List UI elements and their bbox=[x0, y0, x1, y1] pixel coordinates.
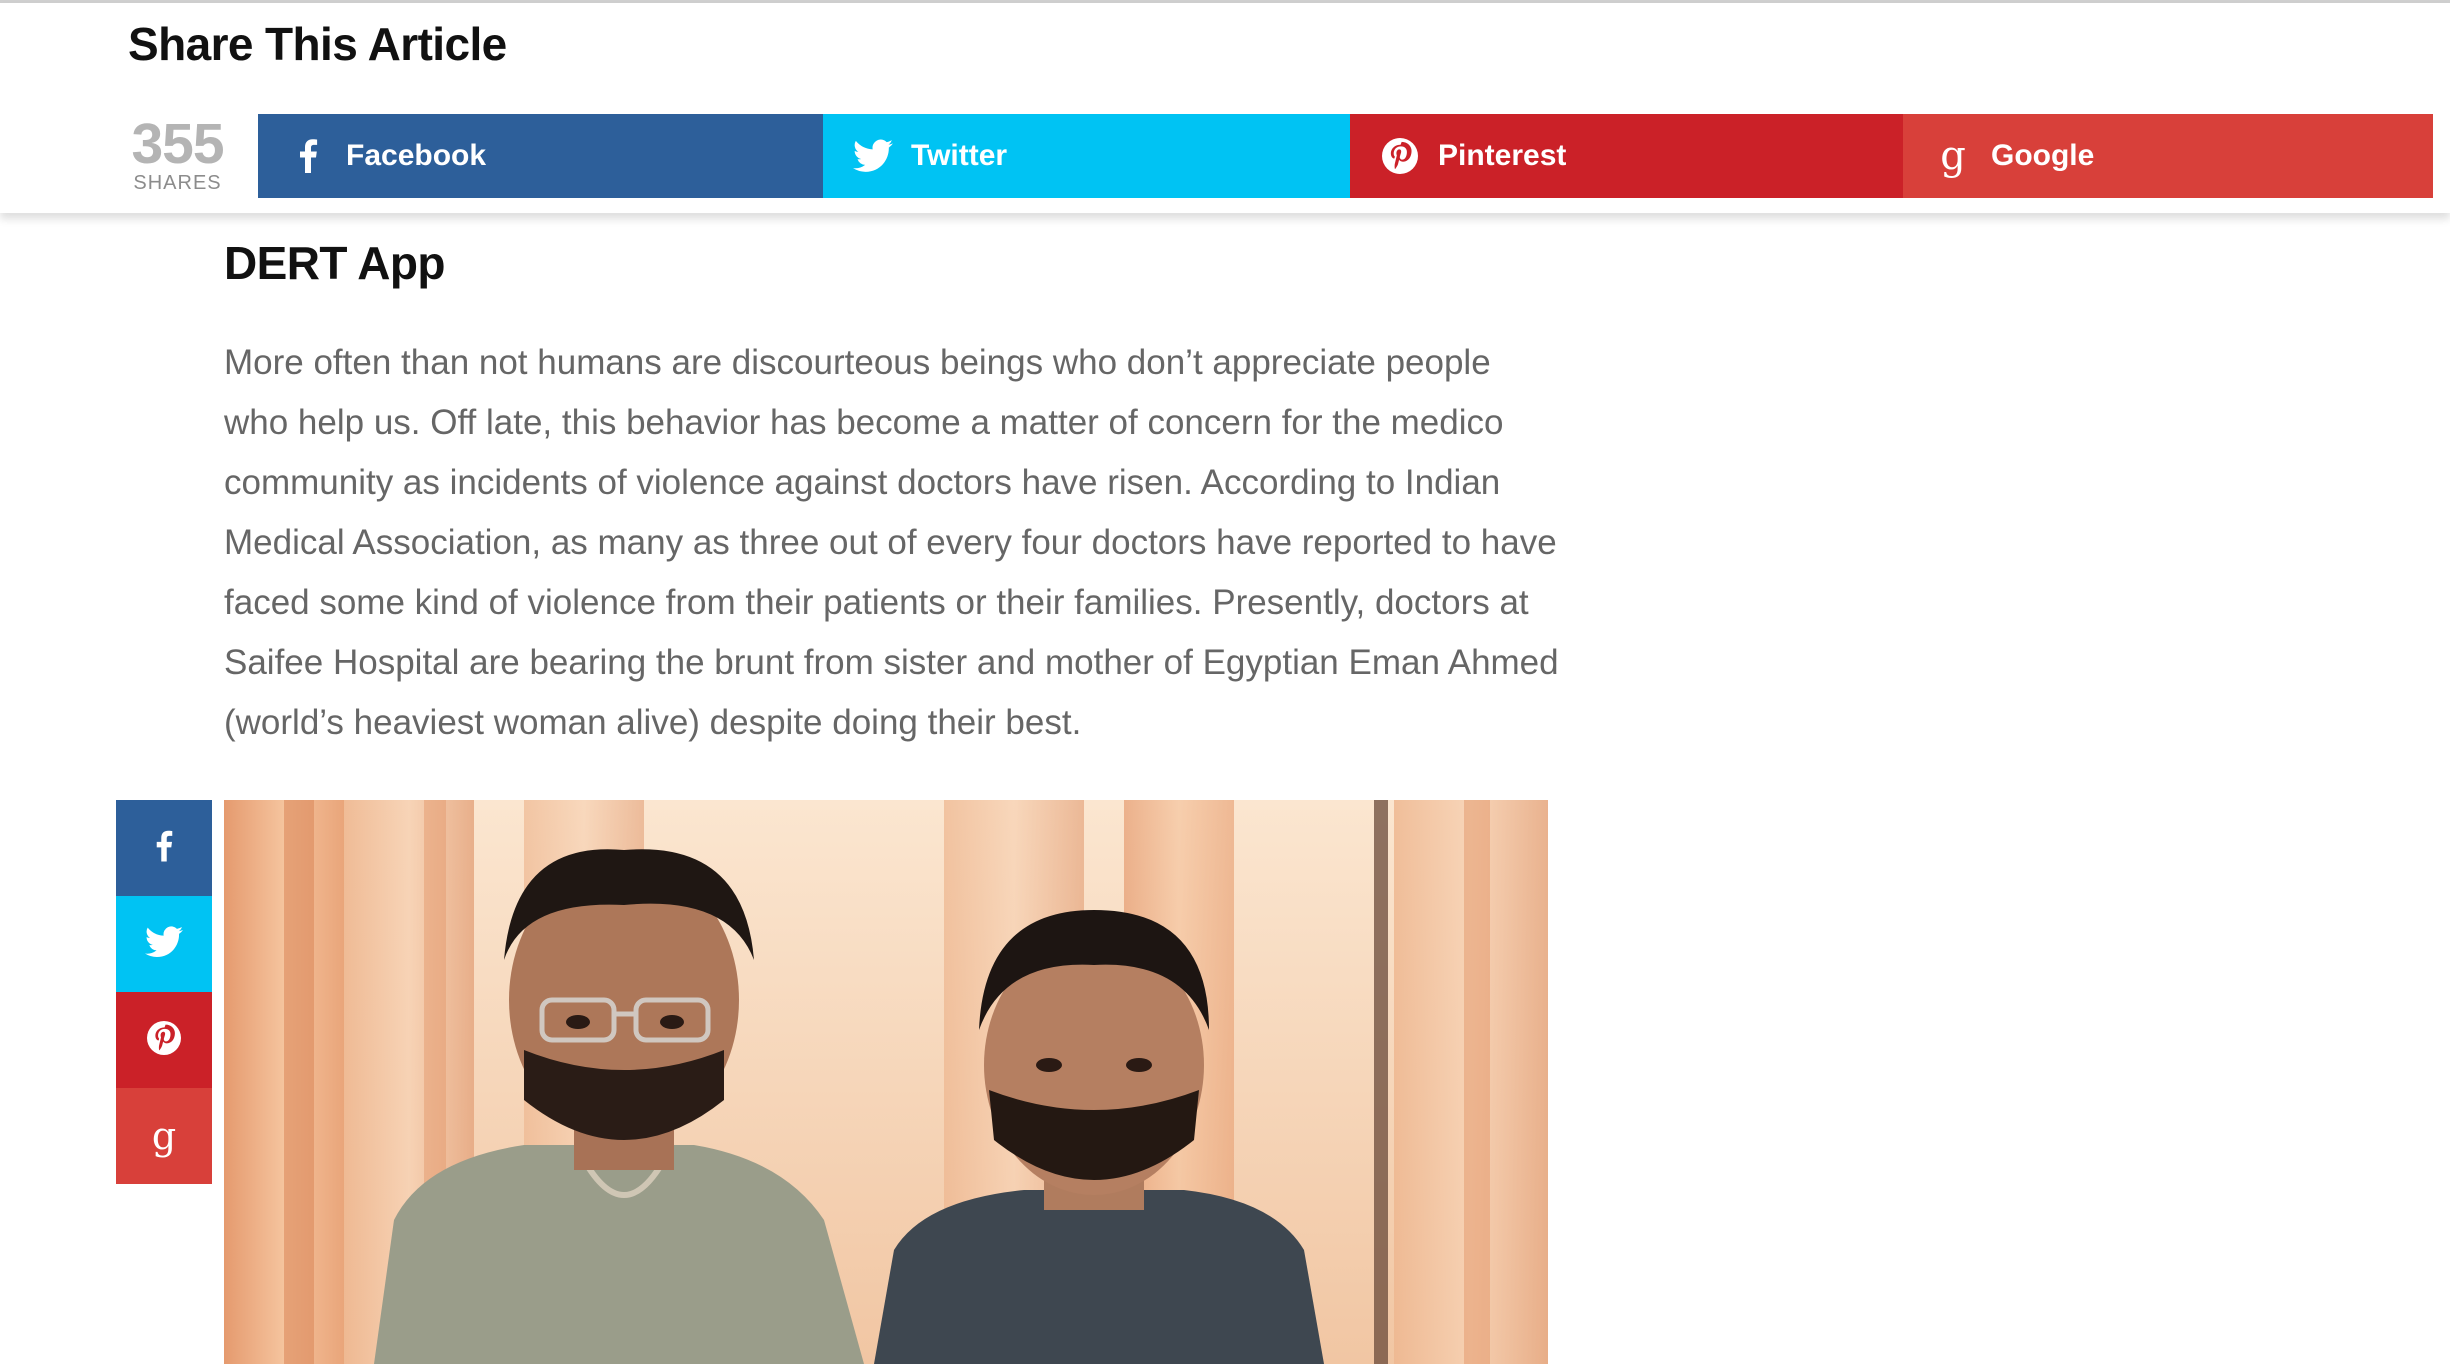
google-plus-icon: g bbox=[1940, 133, 1966, 179]
pinterest-icon bbox=[147, 1020, 181, 1060]
twitter-icon bbox=[145, 925, 183, 963]
share-count: 355 SHARES bbox=[125, 112, 230, 195]
article-paragraph: More often than not humans are discourte… bbox=[224, 343, 1559, 742]
floating-share-bar: g bbox=[116, 800, 212, 1184]
google-plus-icon: g bbox=[151, 1114, 177, 1158]
facebook-icon bbox=[288, 136, 328, 176]
pinterest-share-button[interactable]: Pinterest bbox=[1350, 114, 1903, 198]
share-count-label: SHARES bbox=[133, 172, 222, 194]
share-title: Share This Article bbox=[128, 18, 507, 70]
twitter-share-button[interactable]: Twitter bbox=[823, 114, 1350, 198]
side-pinterest-button[interactable] bbox=[116, 992, 212, 1088]
article-photo bbox=[224, 800, 1548, 1364]
facebook-icon bbox=[154, 830, 174, 867]
pinterest-icon bbox=[1380, 136, 1420, 176]
google-share-label: Google bbox=[1991, 139, 2095, 172]
google-share-button[interactable]: g Google bbox=[1903, 114, 2433, 198]
facebook-share-label: Facebook bbox=[346, 139, 487, 172]
share-count-number: 355 bbox=[131, 112, 224, 176]
article-heading: DERT App bbox=[224, 237, 446, 289]
side-google-button[interactable]: g bbox=[116, 1088, 212, 1184]
side-twitter-button[interactable] bbox=[116, 896, 212, 992]
pinterest-share-label: Pinterest bbox=[1438, 139, 1567, 172]
twitter-icon bbox=[853, 136, 893, 176]
side-facebook-button[interactable] bbox=[116, 800, 212, 896]
twitter-share-label: Twitter bbox=[911, 139, 1008, 172]
facebook-share-button[interactable]: Facebook bbox=[258, 114, 823, 198]
share-bar: Share This Article 355 SHARES Facebook T… bbox=[0, 3, 2450, 213]
